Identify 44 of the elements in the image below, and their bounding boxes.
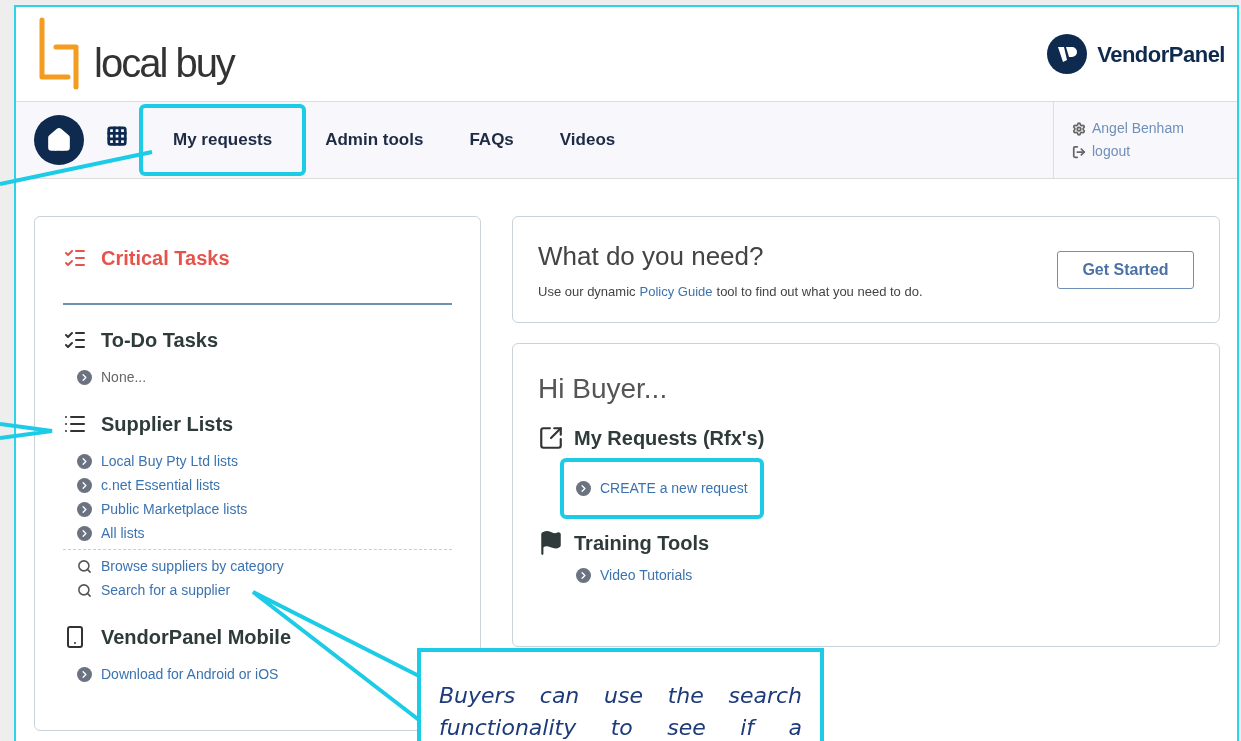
list-link[interactable]: Download for Android or iOS: [101, 663, 279, 685]
policy-guide-link[interactable]: Policy Guide: [639, 282, 713, 302]
empty-note: None...: [101, 367, 147, 387]
home-button[interactable]: [34, 115, 84, 165]
list-link[interactable]: c.net Essential lists: [101, 474, 221, 496]
search-icon: [77, 558, 92, 574]
search-link[interactable]: Search for a supplier: [101, 579, 231, 601]
nav-tab[interactable]: Admin tools: [302, 102, 447, 178]
link-row[interactable]: Video Tutorials: [576, 565, 693, 586]
section-title: My Requests (Rfx's): [574, 426, 765, 451]
leader-line: [0, 422, 54, 440]
nav-tab[interactable]: Videos: [536, 102, 639, 178]
list-link[interactable]: Public Marketplace lists: [101, 498, 248, 520]
list-link[interactable]: All lists: [101, 522, 145, 544]
brand-logo-icon: [1047, 34, 1088, 74]
search-icon: [77, 582, 92, 598]
logout-icon: [1072, 144, 1086, 159]
logo-text: local buy: [94, 43, 234, 83]
section-title: To-Do Tasks: [101, 328, 219, 353]
callout-text: Buyers can use the search functionality to see if a: [439, 682, 802, 741]
user-link[interactable]: Angel Benham: [1092, 118, 1184, 139]
nav-tab[interactable]: FAQs: [446, 102, 537, 178]
card-text: tool to find out what you need to do.: [716, 283, 923, 302]
apps-grid-icon[interactable]: [106, 125, 128, 147]
get-started-button[interactable]: Get Started: [1057, 250, 1194, 289]
list-link[interactable]: Local Buy Pty Ltd lists: [101, 450, 238, 472]
flag-icon: [538, 530, 564, 556]
card-text: Use our dynamic: [538, 283, 636, 302]
section-title: Critical Tasks: [101, 246, 230, 271]
external-link-icon: [538, 425, 564, 451]
card-title: What do you need?: [538, 240, 765, 274]
section-title: Supplier Lists: [101, 412, 234, 437]
brand-name: VendorPanel: [1097, 40, 1225, 69]
logo-icon: [38, 17, 80, 91]
link-row[interactable]: CREATE a new request: [564, 462, 760, 515]
home-icon: [46, 127, 72, 153]
logout-link[interactable]: logout: [1092, 141, 1131, 162]
section-title: VendorPanel Mobile: [101, 625, 292, 650]
greeting: Hi Buyer...: [538, 372, 669, 406]
section-title: Training Tools: [574, 531, 710, 556]
request-link[interactable]: CREATE a new request: [600, 478, 748, 499]
search-link[interactable]: Browse suppliers by category: [101, 555, 284, 577]
settings-icon: [1072, 121, 1086, 136]
request-link[interactable]: Video Tutorials: [600, 565, 693, 586]
